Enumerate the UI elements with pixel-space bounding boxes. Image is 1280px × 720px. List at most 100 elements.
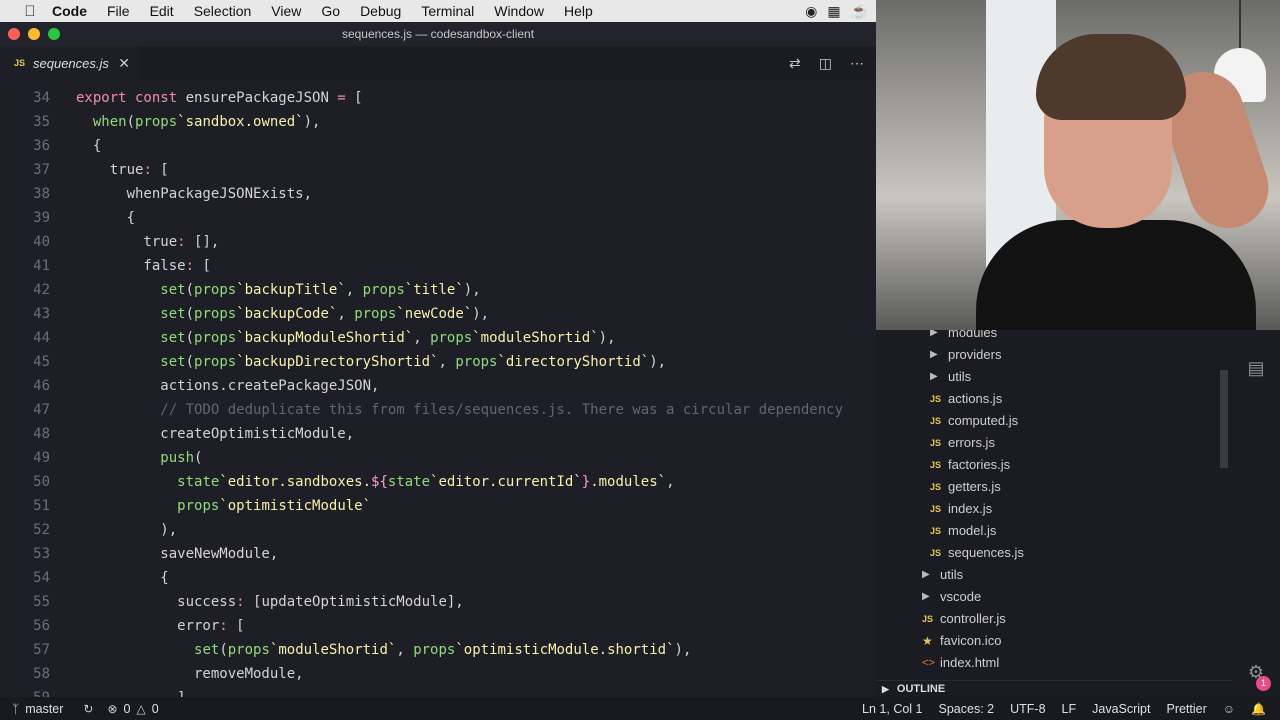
code-token: ),: [649, 354, 667, 370]
code-line[interactable]: 50 state`editor.sandboxes.${state`editor…: [0, 470, 674, 494]
explorer-item[interactable]: JS computed.js: [930, 410, 1018, 432]
language-mode[interactable]: JavaScript: [1092, 702, 1150, 716]
menu-file[interactable]: File: [107, 3, 130, 19]
chevron-right-icon: ▶: [882, 683, 889, 694]
code-line[interactable]: 53 saveNewModule,: [0, 542, 278, 566]
code-line[interactable]: 59 ],: [0, 686, 194, 697]
close-icon[interactable]: ✕: [118, 55, 130, 72]
explorer-item[interactable]: JS model.js: [930, 520, 996, 542]
record-icon[interactable]: ◉: [805, 3, 817, 20]
line-number: 43: [33, 306, 50, 322]
js-file-icon: JS: [930, 482, 942, 492]
explorer-item[interactable]: JS index.js: [930, 498, 992, 520]
smiley-icon[interactable]: ☺: [1223, 702, 1235, 716]
menu-window[interactable]: Window: [494, 3, 544, 19]
open-changes-icon[interactable]: ⇄: [789, 55, 801, 72]
error-icon: ⊗: [107, 701, 118, 716]
tab-label: sequences.js: [33, 55, 109, 71]
code-line[interactable]: 58 removeModule,: [0, 662, 303, 686]
code-editor[interactable]: 34 export const ensurePackageJSON = [35 w…: [0, 80, 876, 697]
indentation[interactable]: Spaces: 2: [939, 702, 995, 716]
more-actions-icon[interactable]: ⋯: [850, 55, 864, 72]
split-editor-icon[interactable]: ◫: [819, 55, 832, 72]
error-count[interactable]: 0: [124, 702, 131, 716]
code-line[interactable]: 38 whenPackageJSONExists,: [0, 182, 312, 206]
bell-icon[interactable]: 🔔: [1251, 702, 1266, 716]
code-line[interactable]: 48 createOptimisticModule,: [0, 422, 354, 446]
line-number: 57: [33, 642, 50, 658]
code-line[interactable]: 39 {: [0, 206, 135, 230]
film-icon[interactable]: ▦: [827, 3, 840, 20]
code-line[interactable]: 49 push(: [0, 446, 202, 470]
menu-debug[interactable]: Debug: [360, 3, 401, 19]
menu-selection[interactable]: Selection: [194, 3, 252, 19]
line-number: 34: [33, 90, 50, 106]
explorer-item[interactable]: JS actions.js: [930, 388, 1002, 410]
menu-go[interactable]: Go: [321, 3, 340, 19]
code-line[interactable]: 36 {: [0, 134, 101, 158]
explorer-item[interactable]: JS controller.js: [922, 608, 1006, 630]
encoding[interactable]: UTF-8: [1010, 702, 1045, 716]
explorer-scrollbar[interactable]: [1220, 370, 1228, 468]
js-file-icon: JS: [930, 504, 942, 514]
menu-app[interactable]: Code: [52, 3, 87, 19]
code-token: =: [337, 90, 355, 106]
explorer-item[interactable]: JS errors.js: [930, 432, 995, 454]
explorer-item[interactable]: <> index.html: [922, 652, 999, 674]
explorer-item[interactable]: JS sequences.js: [930, 542, 1024, 564]
code-token: set: [160, 330, 186, 346]
code-line[interactable]: 40 true: [],: [0, 230, 219, 254]
code-token: [: [236, 618, 245, 634]
explorer-item[interactable]: ▶ utils: [922, 564, 963, 586]
code-token: state: [387, 474, 431, 490]
code-token: ${: [371, 474, 388, 490]
line-number: 46: [33, 378, 50, 394]
outline-section[interactable]: ▶ OUTLINE: [876, 680, 1232, 697]
warning-count[interactable]: 0: [152, 702, 159, 716]
code-line[interactable]: 44 set(props`backupModuleShortid`, props…: [0, 326, 615, 350]
code-line[interactable]: 41 false: [: [0, 254, 211, 278]
window-title: sequences.js — codesandbox-client: [341, 27, 535, 41]
code-line[interactable]: 46 actions.createPackageJSON,: [0, 374, 379, 398]
js-file-icon: JS: [14, 58, 26, 68]
apple-icon[interactable]: : [20, 3, 40, 20]
code-line[interactable]: 42 set(props`backupTitle`, props`title`)…: [0, 278, 481, 302]
menu-help[interactable]: Help: [564, 3, 593, 19]
code-line[interactable]: 55 success: [updateOptimisticModule],: [0, 590, 464, 614]
tab-sequences-js[interactable]: JS sequences.js ✕: [0, 46, 140, 80]
code-line[interactable]: 45 set(props`backupDirectoryShortid`, pr…: [0, 350, 666, 374]
docker-icon[interactable]: ▤: [1244, 358, 1268, 382]
explorer-item[interactable]: ▶ utils: [930, 366, 971, 388]
menu-edit[interactable]: Edit: [150, 3, 174, 19]
explorer-item[interactable]: JS getters.js: [930, 476, 1001, 498]
code-line[interactable]: 34 export const ensurePackageJSON = [: [0, 86, 362, 110]
code-token: (: [219, 642, 228, 658]
code-line[interactable]: 43 set(props`backupCode`, props`newCode`…: [0, 302, 489, 326]
code-line[interactable]: 47 // TODO deduplicate this from files/s…: [0, 398, 843, 422]
explorer-item[interactable]: ★ favicon.ico: [922, 630, 1001, 652]
menu-view[interactable]: View: [271, 3, 301, 19]
code-token: createOptimisticModule,: [76, 426, 355, 442]
code-line[interactable]: 56 error: [: [0, 614, 245, 638]
code-line[interactable]: 35 when(props`sandbox.owned`),: [0, 110, 320, 134]
explorer-item[interactable]: JS factories.js: [930, 454, 1010, 476]
branch-name[interactable]: master: [25, 702, 63, 716]
code-line[interactable]: 52 ),: [0, 518, 177, 542]
code-line[interactable]: 51 props`optimisticModule`: [0, 494, 371, 518]
code-token: props: [135, 114, 178, 130]
explorer-item[interactable]: ▶ vscode: [922, 586, 981, 608]
explorer-item[interactable]: ▶ providers: [930, 344, 1001, 366]
cursor-position[interactable]: Ln 1, Col 1: [862, 702, 922, 716]
explorer-item[interactable]: ▶ modules: [930, 330, 997, 344]
sync-icon[interactable]: ↻: [83, 702, 93, 716]
formatter[interactable]: Prettier: [1166, 702, 1206, 716]
cup-icon[interactable]: ☕: [851, 3, 868, 20]
menu-terminal[interactable]: Terminal: [421, 3, 474, 19]
line-ending[interactable]: LF: [1062, 702, 1077, 716]
code-line[interactable]: 57 set(props`moduleShortid`, props`optim…: [0, 638, 691, 662]
code-line[interactable]: 54 {: [0, 566, 169, 590]
code-line[interactable]: 37 true: [: [0, 158, 169, 182]
code-token: `backupCode`: [236, 306, 338, 322]
